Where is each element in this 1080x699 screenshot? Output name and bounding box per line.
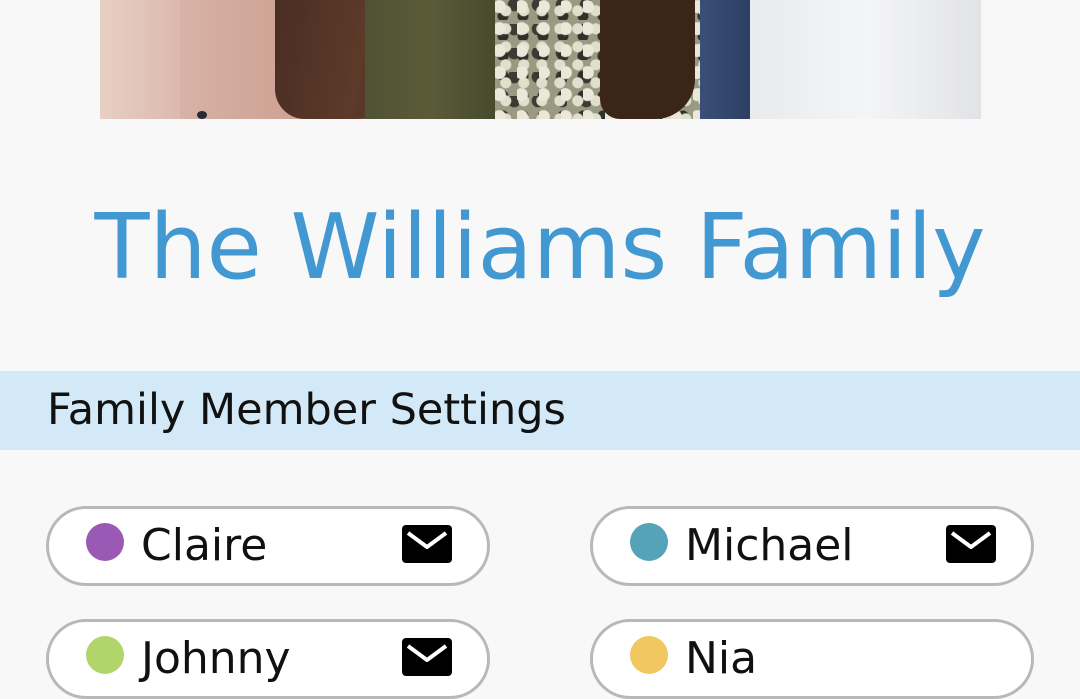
member-color-dot xyxy=(86,523,124,561)
member-color-dot xyxy=(86,636,124,674)
member-name: Claire xyxy=(141,520,268,571)
member-michael[interactable]: Michael xyxy=(590,506,1034,586)
member-johnny[interactable]: Johnny xyxy=(46,619,490,699)
member-claire[interactable]: Claire xyxy=(46,506,490,586)
member-color-dot xyxy=(630,636,668,674)
section-title: Family Member Settings xyxy=(47,385,566,435)
mail-icon[interactable] xyxy=(402,638,452,676)
member-name: Nia xyxy=(685,633,758,684)
member-color-dot xyxy=(630,523,668,561)
member-name: Johnny xyxy=(141,633,291,684)
family-photo xyxy=(100,0,981,119)
family-title: The Williams Family xyxy=(94,195,986,300)
member-nia[interactable]: Nia xyxy=(590,619,1034,699)
mail-icon[interactable] xyxy=(946,525,996,563)
member-name: Michael xyxy=(685,520,854,571)
mail-icon[interactable] xyxy=(402,525,452,563)
